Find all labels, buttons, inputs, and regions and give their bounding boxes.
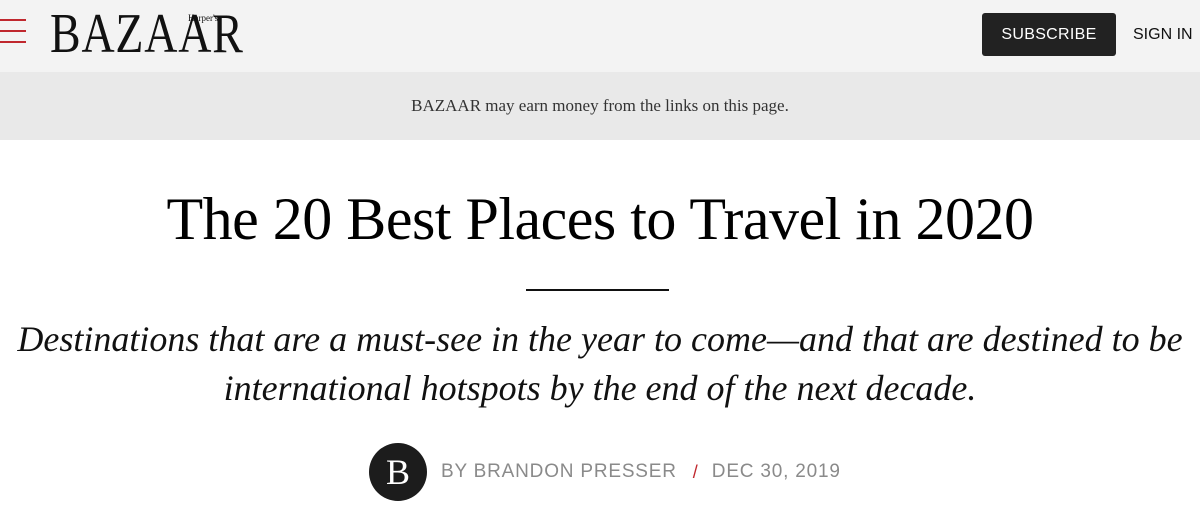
affiliate-disclaimer-bar: BAZAAR may earn money from the links on … (0, 72, 1200, 140)
byline: B BY BRANDON PRESSER / DEC 30, 2019 (369, 443, 841, 501)
article-dek: Destinations that are a must-see in the … (17, 319, 1183, 408)
article-title: The 20 Best Places to Travel in 2020 (166, 186, 1034, 252)
byline-separator: / (692, 461, 698, 482)
site-header: BAZAAR Harper's SUBSCRIBE SIGN IN (0, 0, 1200, 72)
logo-wordmark: BAZAAR (50, 3, 244, 65)
title-divider (526, 289, 669, 291)
logo-small-text: Harper's (188, 13, 219, 23)
author-name[interactable]: BY BRANDON PRESSER (441, 461, 677, 483)
hamburger-menu-icon[interactable] (0, 19, 28, 47)
site-logo[interactable]: BAZAAR Harper's (50, 3, 245, 66)
affiliate-disclaimer-text: BAZAAR may earn money from the links on … (411, 96, 789, 115)
publish-date: DEC 30, 2019 (711, 461, 841, 482)
sign-in-link[interactable]: SIGN IN (1133, 13, 1193, 56)
author-avatar[interactable]: B (369, 443, 427, 501)
subscribe-button[interactable]: SUBSCRIBE (982, 13, 1116, 56)
